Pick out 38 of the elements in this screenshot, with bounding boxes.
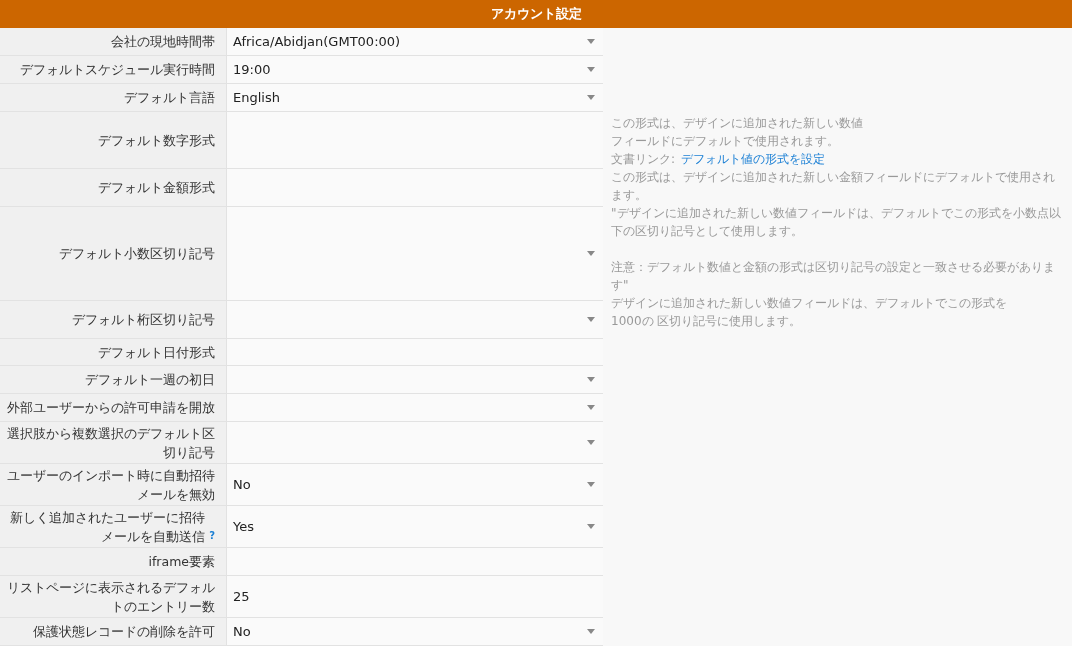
label-text: デフォルトスケジュール実行時間 <box>20 61 215 79</box>
help-icon[interactable]: ? <box>209 526 215 545</box>
help-text: 1000の 区切り記号に使用します。 <box>611 313 803 330</box>
page-title: アカウント設定 <box>490 5 582 23</box>
label-text: 外部ユーザーからの許可申請を開放 <box>7 399 215 417</box>
label-text: デフォルト一週の初日 <box>85 371 215 389</box>
help-text: デザインに追加された新しい数値フィールドは、デフォルトでこの形式を <box>611 295 1008 312</box>
label-text: 保護状態レコードの削除を許可 <box>33 623 215 641</box>
help-text: フィールドにデフォルトで使用されます。 <box>611 133 840 150</box>
caret-icon <box>587 317 595 322</box>
label-text: 選択肢から複数選択のデフォルト区切り記号 <box>6 424 215 462</box>
label-text: デフォルト言語 <box>124 89 215 107</box>
label-text: デフォルト数字形式 <box>98 131 215 150</box>
label-text: 新しく追加されたユーザーに招待メールを自動送信 <box>9 508 206 546</box>
label-text: デフォルト日付形式 <box>98 343 215 362</box>
caret-icon <box>587 377 595 382</box>
caret-icon <box>587 67 595 72</box>
caret-icon <box>587 251 595 256</box>
help-text: この形式は、デザインに追加された新しい数値 <box>611 115 864 132</box>
label-text: デフォルト小数区切り記号 <box>59 245 215 263</box>
help-text: 注意：デフォルト数値と金額の形式は区切り記号の設定と一致させる必要があります" <box>611 259 1056 294</box>
caret-icon <box>587 524 595 529</box>
help-text: "デザインに追加された新しい数値フィールドは、デフォルトでこの形式を小数点以下の区切り記号として使用します。 <box>611 205 1062 240</box>
caret-icon <box>587 440 595 445</box>
caret-icon <box>587 95 595 100</box>
caret-icon <box>587 405 595 410</box>
caret-icon <box>587 39 595 44</box>
caret-icon <box>587 482 595 487</box>
doc-link-label: 文書リンク: <box>611 151 676 168</box>
label-text: 会社の現地時間帯 <box>111 33 215 51</box>
caret-icon <box>587 629 595 634</box>
doc-link[interactable]: デフォルト値の形式を設定 <box>681 150 826 168</box>
label-text: デフォルト金額形式 <box>98 179 215 197</box>
label-text: iframe要素 <box>148 553 215 571</box>
label-text: デフォルト桁区切り記号 <box>72 311 215 329</box>
label-text: リストページに表示されるデフォルトのエントリー数 <box>6 578 215 616</box>
label-text: ユーザーのインポート時に自動招待メールを無効 <box>6 466 215 504</box>
help-text: この形式は、デザインに追加された新しい金額フィールドにデフォルトで使用されます。 <box>611 169 1056 204</box>
